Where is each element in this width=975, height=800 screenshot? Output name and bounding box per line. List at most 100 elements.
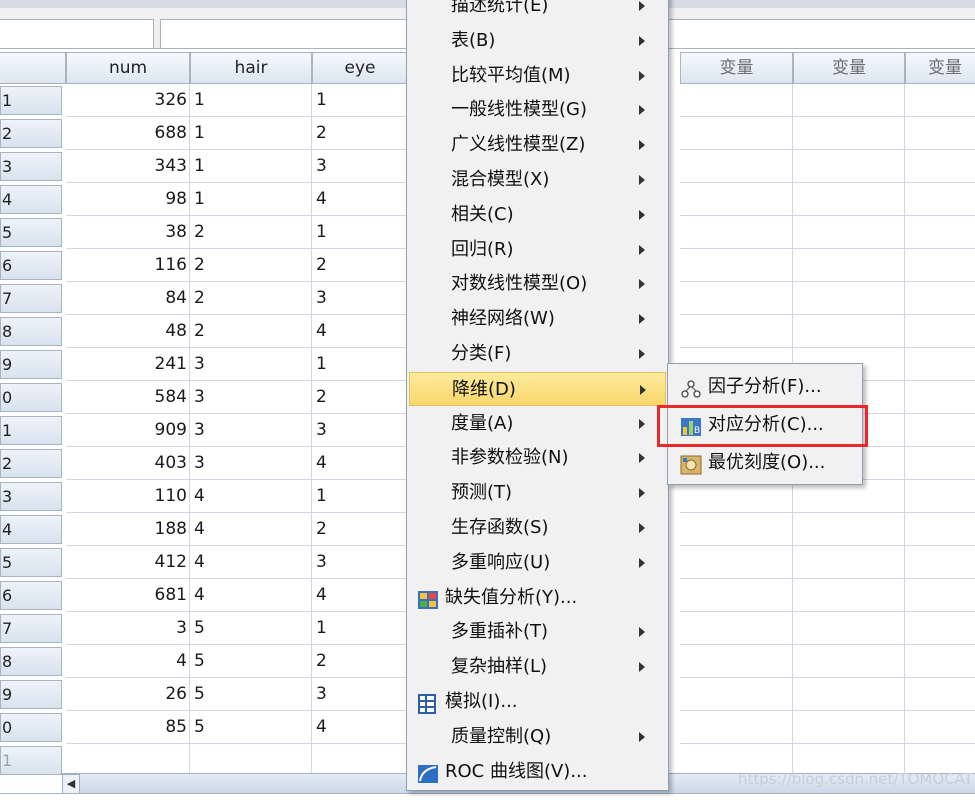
grid-cell[interactable] xyxy=(680,546,793,579)
grid-cell[interactable] xyxy=(905,645,975,678)
grid-cell[interactable]: 2 xyxy=(190,282,312,315)
grid-cell[interactable]: 681 xyxy=(66,579,190,612)
grid-cell[interactable] xyxy=(680,711,793,744)
grid-cell[interactable]: 2 xyxy=(312,381,408,414)
grid-cell[interactable]: 4 xyxy=(66,645,190,678)
row-header[interactable]: 2 xyxy=(0,119,62,148)
grid-cell[interactable] xyxy=(680,513,793,546)
grid-cell[interactable] xyxy=(680,612,793,645)
grid-cell[interactable]: 2 xyxy=(190,216,312,249)
grid-cell[interactable] xyxy=(905,348,975,381)
column-header-var-3[interactable]: 变量 xyxy=(905,52,975,84)
grid-cell[interactable]: 188 xyxy=(66,513,190,546)
grid-cell[interactable] xyxy=(793,150,905,183)
grid-cell[interactable] xyxy=(680,645,793,678)
grid-cell[interactable] xyxy=(680,249,793,282)
grid-cell[interactable]: 241 xyxy=(66,348,190,381)
grid-cell[interactable] xyxy=(793,711,905,744)
grid-cell[interactable]: 26 xyxy=(66,678,190,711)
grid-cell[interactable]: 2 xyxy=(190,315,312,348)
grid-cell[interactable]: 1 xyxy=(312,216,408,249)
grid-cell[interactable]: 3 xyxy=(312,678,408,711)
grid-cell[interactable]: 38 xyxy=(66,216,190,249)
menu-item-regression[interactable]: 回归(R) xyxy=(409,233,666,267)
menu-item-quality-control[interactable]: 质量控制(Q) xyxy=(409,720,666,754)
column-header-var-2[interactable]: 变量 xyxy=(793,52,905,84)
column-header-hair[interactable]: hair xyxy=(190,52,312,84)
grid-cell[interactable]: 2 xyxy=(312,117,408,150)
grid-cell[interactable]: 116 xyxy=(66,249,190,282)
grid-cell[interactable] xyxy=(680,117,793,150)
grid-cell[interactable]: 98 xyxy=(66,183,190,216)
row-header[interactable]: 9 xyxy=(0,350,62,379)
grid-cell[interactable]: 4 xyxy=(312,183,408,216)
grid-cell[interactable]: 1 xyxy=(190,150,312,183)
grid-cell[interactable] xyxy=(793,678,905,711)
grid-cell[interactable]: 2 xyxy=(190,249,312,282)
grid-cell[interactable] xyxy=(905,414,975,447)
grid-cell[interactable] xyxy=(680,315,793,348)
grid-cell[interactable] xyxy=(793,84,905,117)
grid-cell[interactable] xyxy=(793,579,905,612)
menu-item-multiple-response[interactable]: 多重响应(U) xyxy=(409,546,666,580)
grid-cell[interactable] xyxy=(905,711,975,744)
grid-cell[interactable]: 3 xyxy=(312,150,408,183)
menu-item-compare-means[interactable]: 比较平均值(M) xyxy=(409,59,666,93)
grid-cell[interactable]: 3 xyxy=(190,447,312,480)
grid-cell[interactable]: 84 xyxy=(66,282,190,315)
grid-cell[interactable] xyxy=(905,282,975,315)
grid-cell[interactable] xyxy=(905,315,975,348)
row-header[interactable]: 8 xyxy=(0,317,62,346)
menu-item-generalized-lm[interactable]: 广义线性模型(Z) xyxy=(409,128,666,162)
grid-cell[interactable]: 1 xyxy=(312,612,408,645)
grid-cell[interactable] xyxy=(905,117,975,150)
row-header[interactable]: 4 xyxy=(0,185,62,214)
menu-item-tables[interactable]: 表(B) xyxy=(409,24,666,58)
grid-cell[interactable]: 3 xyxy=(66,612,190,645)
grid-cell[interactable] xyxy=(680,84,793,117)
grid-cell[interactable]: 4 xyxy=(312,711,408,744)
grid-cell[interactable]: 5 xyxy=(190,678,312,711)
cell-reference-field[interactable] xyxy=(0,19,154,49)
menu-item-neural-networks[interactable]: 神经网络(W) xyxy=(409,302,666,336)
grid-cell[interactable] xyxy=(905,381,975,414)
grid-cell[interactable]: 3 xyxy=(190,348,312,381)
row-header[interactable]: 5 xyxy=(0,218,62,247)
grid-cell[interactable]: 5 xyxy=(190,645,312,678)
grid-cell[interactable]: 1 xyxy=(190,183,312,216)
menu-item-survival[interactable]: 生存函数(S) xyxy=(409,511,666,545)
grid-cell[interactable]: 1 xyxy=(312,84,408,117)
scroll-left-icon[interactable]: ◀ xyxy=(62,774,80,794)
menu-item-loglinear[interactable]: 对数线性模型(O) xyxy=(409,267,666,301)
grid-cell[interactable] xyxy=(793,315,905,348)
grid-cell[interactable] xyxy=(905,249,975,282)
menu-item-complex-samples[interactable]: 复杂抽样(L) xyxy=(409,650,666,684)
grid-cell[interactable]: 4 xyxy=(190,513,312,546)
grid-cell[interactable] xyxy=(793,546,905,579)
row-header[interactable]: 6 xyxy=(0,251,62,280)
row-header[interactable]: 2 xyxy=(0,449,62,478)
grid-cell[interactable] xyxy=(905,84,975,117)
grid-cell[interactable]: 403 xyxy=(66,447,190,480)
grid-cell[interactable] xyxy=(905,447,975,480)
grid-cell[interactable]: 909 xyxy=(66,414,190,447)
menu-item-classify[interactable]: 分类(F) xyxy=(409,337,666,371)
grid-cell[interactable] xyxy=(905,513,975,546)
grid-cell[interactable]: 412 xyxy=(66,546,190,579)
row-header[interactable]: 3 xyxy=(0,152,62,181)
grid-cell[interactable]: 1 xyxy=(190,117,312,150)
grid-cell[interactable]: 5 xyxy=(190,612,312,645)
row-header[interactable]: 1 xyxy=(0,86,62,115)
grid-cell[interactable]: 4 xyxy=(190,480,312,513)
grid-cell[interactable]: 343 xyxy=(66,150,190,183)
grid-cell[interactable]: 3 xyxy=(312,282,408,315)
grid-cell[interactable] xyxy=(905,216,975,249)
grid-cell[interactable] xyxy=(905,150,975,183)
grid-cell[interactable]: 1 xyxy=(312,348,408,381)
grid-cell[interactable] xyxy=(680,282,793,315)
grid-cell[interactable]: 85 xyxy=(66,711,190,744)
grid-cell[interactable] xyxy=(905,612,975,645)
row-header[interactable]: 9 xyxy=(0,680,62,709)
row-header[interactable]: 0 xyxy=(0,383,62,412)
grid-cell[interactable]: 4 xyxy=(190,579,312,612)
